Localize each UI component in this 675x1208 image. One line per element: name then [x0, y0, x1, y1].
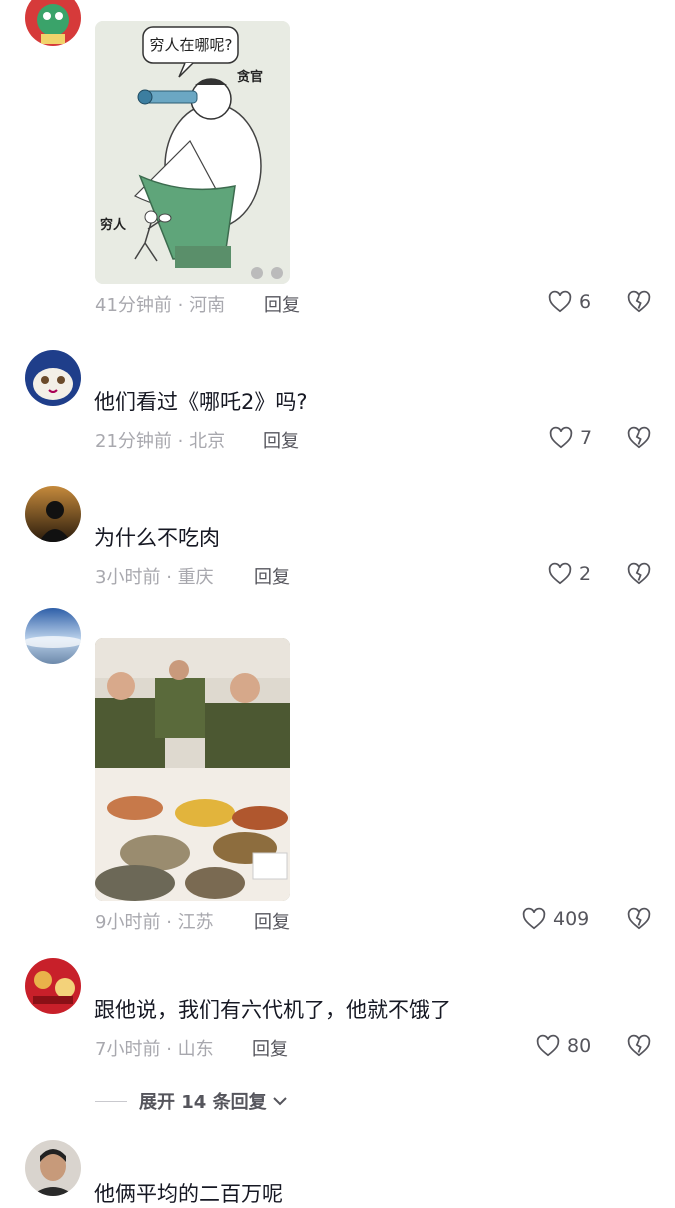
heart-icon	[548, 562, 572, 585]
comment-text: 跟他说，我们有六代机了，他就不饿了	[94, 998, 451, 1022]
comment-time: 9小时前	[95, 912, 161, 933]
comment-location: 山东	[177, 1039, 214, 1060]
like-button[interactable]: 7	[548, 425, 592, 451]
broken-heart-icon[interactable]	[626, 425, 652, 451]
like-count: 7	[580, 427, 593, 449]
comment-location: 河南	[189, 295, 226, 316]
heart-icon	[548, 290, 572, 313]
comment-image[interactable]	[95, 638, 290, 901]
speech-bubble-text: 穷人在哪呢?	[149, 36, 233, 54]
comment-location: 北京	[189, 431, 226, 452]
heart-icon	[522, 907, 546, 930]
like-count: 409	[553, 908, 590, 930]
like-count: 2	[579, 563, 592, 585]
comment-image[interactable]: 穷人在哪呢? 贪官 穷人	[95, 21, 290, 284]
reply-button[interactable]: 回复	[254, 908, 290, 934]
comment-location: 重庆	[177, 567, 214, 588]
like-count: 80	[567, 1035, 592, 1057]
comment-text: 他俩平均的二百万呢	[94, 1182, 283, 1206]
comment-meta: 41分钟前 · 河南	[95, 291, 225, 317]
comment-time: 3小时前	[95, 567, 161, 588]
reply-button[interactable]: 回复	[264, 291, 300, 317]
broken-heart-icon[interactable]	[626, 1033, 652, 1059]
expand-replies-label: 展开 14 条回复	[139, 1092, 267, 1113]
like-button[interactable]: 80	[535, 1033, 591, 1059]
label-official: 贪官	[237, 70, 264, 85]
broken-heart-icon[interactable]	[626, 289, 652, 315]
like-count: 6	[579, 291, 592, 313]
like-button[interactable]: 2	[547, 561, 591, 587]
expand-replies-button[interactable]: 展开 14 条回复	[95, 1088, 289, 1114]
expand-divider	[95, 1100, 127, 1102]
reply-button[interactable]: 回复	[263, 427, 299, 453]
avatar[interactable]	[25, 608, 81, 664]
comment-text: 他们看过《哪吒2》吗?	[94, 390, 308, 414]
avatar[interactable]	[25, 486, 81, 542]
avatar[interactable]	[25, 958, 81, 1014]
like-button[interactable]: 409	[521, 906, 589, 932]
comment-text: 为什么不吃肉	[94, 526, 220, 550]
avatar[interactable]	[25, 1140, 81, 1196]
comment-meta: 9小时前 · 江苏	[95, 908, 214, 934]
comment-meta: 3小时前 · 重庆	[95, 563, 214, 589]
heart-icon	[549, 426, 573, 449]
meta-separator: ·	[166, 567, 178, 588]
comment-meta: 7小时前 · 山东	[95, 1035, 214, 1061]
comment-time: 21分钟前	[95, 431, 172, 452]
like-button[interactable]: 6	[547, 289, 591, 315]
chevron-down-icon	[272, 1097, 287, 1106]
meta-separator: ·	[177, 295, 190, 316]
comment-time: 41分钟前	[95, 295, 172, 316]
meta-separator: ·	[166, 912, 178, 933]
reply-button[interactable]: 回复	[252, 1035, 288, 1061]
avatar[interactable]	[25, 0, 81, 46]
broken-heart-icon[interactable]	[626, 906, 652, 932]
reply-button[interactable]: 回复	[254, 563, 290, 589]
comment-time: 7小时前	[95, 1039, 161, 1060]
comment-meta: 21分钟前 · 北京	[95, 427, 225, 453]
comment-location: 江苏	[177, 912, 214, 933]
label-poor: 穷人	[100, 218, 127, 233]
avatar[interactable]	[25, 350, 81, 406]
meta-separator: ·	[177, 431, 190, 452]
heart-icon	[536, 1034, 560, 1057]
meta-separator: ·	[166, 1039, 178, 1060]
broken-heart-icon[interactable]	[626, 561, 652, 587]
